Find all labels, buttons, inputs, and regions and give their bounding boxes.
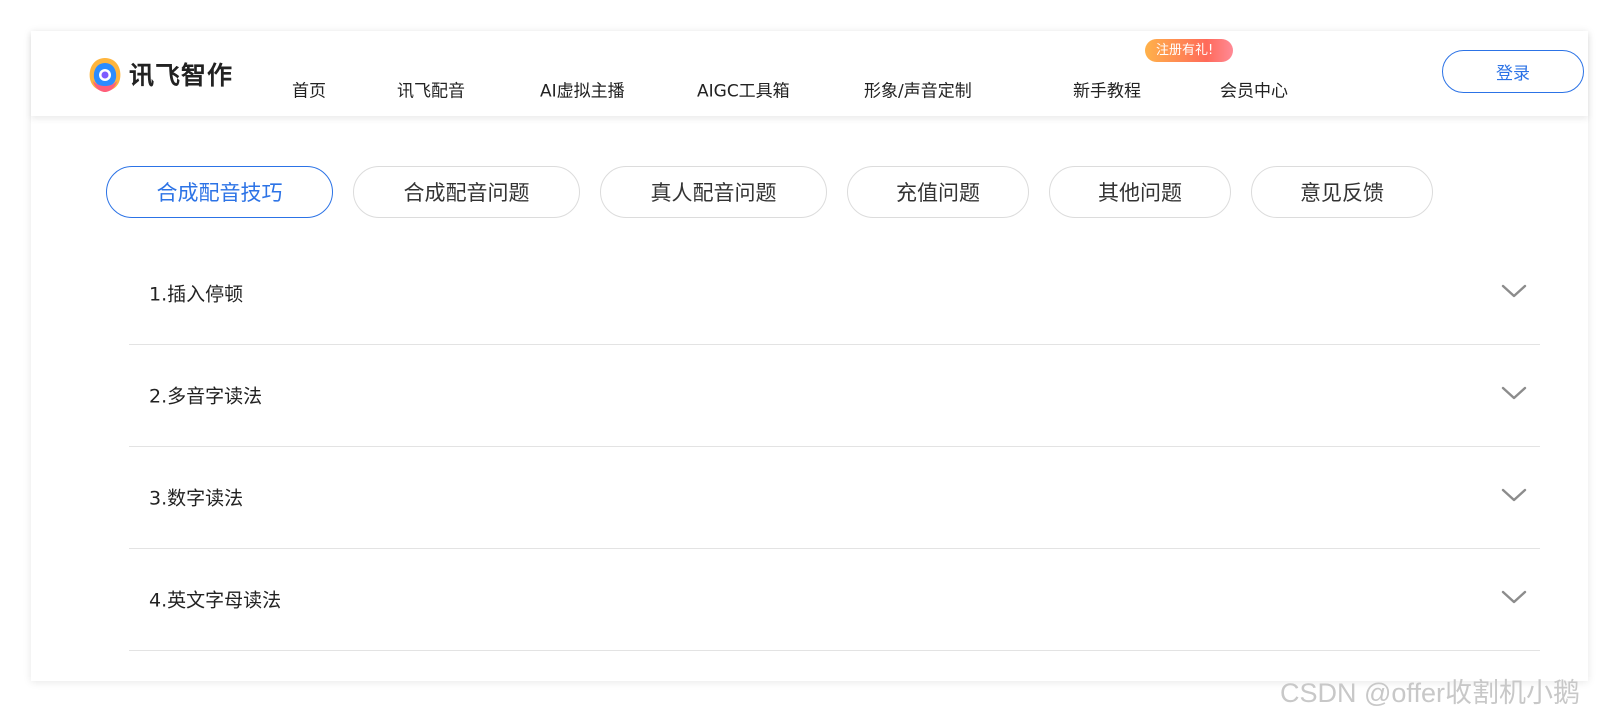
- csdn-watermark: CSDN @offer收割机小鹅: [1280, 678, 1580, 708]
- login-button[interactable]: 登录: [1442, 50, 1584, 93]
- nav-member-center[interactable]: 会员中心: [1220, 77, 1288, 102]
- faq-item[interactable]: 1.插入停顿: [129, 243, 1540, 345]
- faq-question: 4.英文字母读法: [149, 589, 282, 612]
- tab-synthesis-tips[interactable]: 合成配音技巧: [106, 166, 333, 218]
- category-tabs: 合成配音技巧 合成配音问题 真人配音问题 充值问题 其他问题 意见反馈: [31, 166, 1588, 218]
- chevron-down-icon[interactable]: [1500, 282, 1528, 300]
- chevron-down-icon[interactable]: [1500, 588, 1528, 606]
- faq-question: 3.数字读法: [149, 487, 244, 510]
- chevron-down-icon[interactable]: [1500, 384, 1528, 402]
- main-card: 讯飞智作 首页 讯飞配音 AI虚拟主播 AIGC工具箱 形象/声音定制 新手教程…: [31, 31, 1588, 681]
- brand-logo-icon: [89, 58, 121, 92]
- nav-ai-virtual-anchor[interactable]: AI虚拟主播: [540, 77, 625, 102]
- tab-synthesis-issues[interactable]: 合成配音问题: [353, 166, 580, 218]
- faq-list: 1.插入停顿 2.多音字读法 3.数字读法 4.英文字母读法: [129, 243, 1540, 651]
- tab-other-issues[interactable]: 其他问题: [1049, 166, 1231, 218]
- brand-logo[interactable]: 讯飞智作: [85, 55, 233, 93]
- faq-item[interactable]: 4.英文字母读法: [129, 549, 1540, 651]
- faq-item[interactable]: 2.多音字读法: [129, 345, 1540, 447]
- chevron-down-icon[interactable]: [1500, 486, 1528, 504]
- nav-custom-avatar-voice[interactable]: 形象/声音定制: [864, 77, 972, 102]
- nav-aigc-toolbox[interactable]: AIGC工具箱: [697, 77, 790, 102]
- top-navbar: 讯飞智作 首页 讯飞配音 AI虚拟主播 AIGC工具箱 形象/声音定制 新手教程…: [31, 31, 1588, 116]
- faq-question: 2.多音字读法: [149, 385, 263, 408]
- tab-recharge-issues[interactable]: 充值问题: [847, 166, 1029, 218]
- brand-name: 讯飞智作: [129, 61, 234, 90]
- tab-human-dubbing-issues[interactable]: 真人配音问题: [600, 166, 827, 218]
- nav-tutorial[interactable]: 新手教程: [1073, 77, 1141, 102]
- nav-home[interactable]: 首页: [292, 77, 326, 102]
- tab-feedback[interactable]: 意见反馈: [1251, 166, 1433, 218]
- faq-item[interactable]: 3.数字读法: [129, 447, 1540, 549]
- nav-xunfei-dubbing[interactable]: 讯飞配音: [397, 77, 465, 102]
- promo-badge: 注册有礼!: [1145, 39, 1233, 62]
- faq-question: 1.插入停顿: [149, 283, 244, 306]
